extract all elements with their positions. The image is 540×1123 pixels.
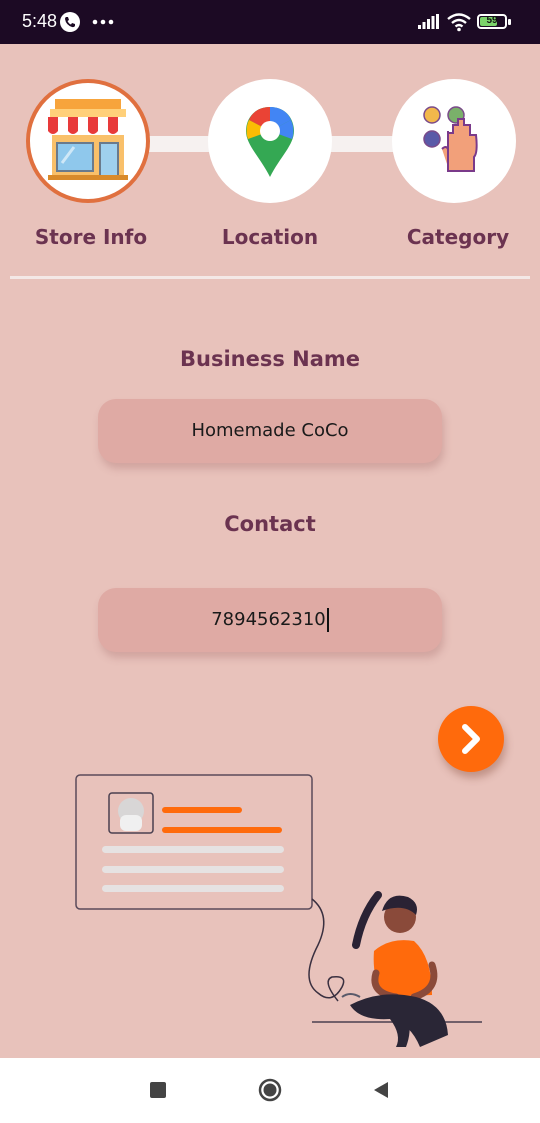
- step-store-info[interactable]: [26, 79, 150, 203]
- signal-icon: [418, 14, 440, 34]
- step-location[interactable]: [208, 79, 332, 203]
- stepper-divider: [10, 276, 530, 279]
- battery-icon: 59: [477, 14, 507, 29]
- chevron-right-icon: [462, 724, 480, 754]
- text-caret: [326, 608, 329, 632]
- battery-level: 59: [486, 15, 498, 26]
- step-label-store-info: Store Info: [34, 225, 148, 249]
- system-nav-bar: [0, 1058, 540, 1123]
- business-name-input[interactable]: Homemade CoCo: [98, 399, 442, 463]
- category-hand-icon: [423, 106, 478, 172]
- store-icon: [48, 99, 128, 180]
- status-bar: 5:48 59: [0, 0, 540, 44]
- battery-tip: [508, 19, 511, 25]
- home-icon[interactable]: [258, 1078, 282, 1106]
- contact-input[interactable]: 7894562310: [98, 588, 442, 652]
- contact-value: 7894562310: [211, 609, 326, 630]
- profile-card-illustration: [75, 774, 482, 1047]
- business-name-label: Business Name: [179, 347, 361, 371]
- back-icon[interactable]: [372, 1081, 390, 1103]
- map-pin-icon: [246, 107, 294, 177]
- recent-apps-icon[interactable]: [150, 1082, 166, 1102]
- wifi-icon: [447, 12, 471, 36]
- contact-label: Contact: [224, 512, 316, 536]
- status-time: 5:48: [22, 11, 58, 31]
- call-icon: [60, 12, 80, 32]
- next-button[interactable]: [438, 706, 504, 772]
- business-name-value: Homemade CoCo: [191, 420, 349, 441]
- more-dots-icon: [90, 6, 120, 42]
- step-label-category: Category: [406, 225, 510, 249]
- step-category[interactable]: [392, 79, 516, 203]
- step-label-location: Location: [221, 225, 319, 249]
